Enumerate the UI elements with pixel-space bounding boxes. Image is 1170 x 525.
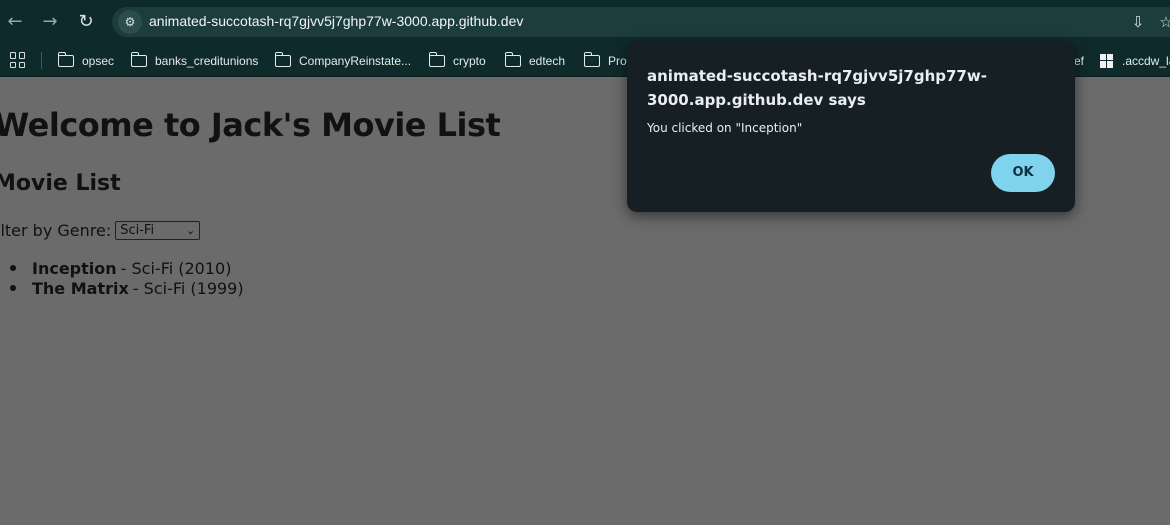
folder-icon	[274, 51, 291, 67]
chevron-down-icon: ⌄	[186, 224, 196, 237]
page-title: Welcome to Jack's Movie List	[0, 106, 501, 144]
bookmark-label: CompanyReinstate...	[299, 53, 412, 68]
bookmark-label: ef	[1074, 53, 1085, 68]
folder-icon	[57, 51, 74, 67]
genre-filter: ilter by Genre: Sci-Fi ⌄	[0, 221, 201, 240]
folder-icon	[583, 51, 600, 67]
folder-icon	[504, 51, 521, 67]
list-item[interactable]: The Matrix - Sci-Fi (1999)	[10, 278, 244, 298]
bookmark-label: .accdw_la	[1122, 53, 1170, 68]
genre-select[interactable]: Sci-Fi ⌄	[115, 221, 201, 240]
dialog-message: You clicked on "Inception"	[647, 121, 803, 135]
movie-detail: - Sci-Fi (2010)	[120, 258, 232, 278]
bookmark-star-icon[interactable]: ☆	[1155, 11, 1170, 33]
movie-list: Inception - Sci-Fi (2010) The Matrix - S…	[10, 258, 244, 298]
bookmark-label: banks_creditunions	[155, 53, 259, 68]
bookmark-label: crypto	[453, 53, 486, 68]
movie-detail: - Sci-Fi (1999)	[132, 278, 244, 298]
movie-title: Inception	[32, 258, 117, 278]
bookmark-folder-pro[interactable]: Pro	[583, 44, 627, 77]
address-bar[interactable]: ⚙ animated-succotash-rq7gjvv5j7ghp77w-30…	[112, 7, 1170, 37]
bullet-icon	[10, 285, 16, 291]
forward-icon[interactable]: →	[38, 10, 62, 34]
bookmark-label: Pro	[608, 53, 627, 68]
dialog-title: animated-succotash-rq7gjvv5j7ghp77w-3000…	[647, 67, 987, 109]
bookmark-folder-edtech[interactable]: edtech	[504, 44, 566, 77]
bookmark-accdw[interactable]: .accdw_la	[1100, 44, 1170, 77]
list-item[interactable]: Inception - Sci-Fi (2010)	[10, 258, 244, 278]
back-icon[interactable]: ←	[3, 10, 27, 34]
browser-toolbar: ← → ↻ ⚙ animated-succotash-rq7gjvv5j7ghp…	[0, 0, 1170, 44]
bookmark-partial[interactable]: ef	[1074, 44, 1084, 77]
folder-icon	[428, 51, 445, 67]
bookmarks-divider	[41, 52, 42, 69]
bookmark-folder-crypto[interactable]: crypto	[428, 44, 486, 77]
apps-grid-icon[interactable]	[10, 52, 26, 68]
install-app-icon[interactable]: ⇩	[1127, 11, 1149, 33]
bookmark-folder-opsec[interactable]: opsec	[57, 44, 115, 77]
ok-button[interactable]: OK	[991, 154, 1055, 192]
bookmark-label: edtech	[529, 53, 566, 68]
windows-icon	[1100, 53, 1114, 68]
site-info-icon[interactable]: ⚙	[118, 10, 142, 34]
section-heading: Movie List	[0, 171, 121, 196]
reload-icon[interactable]: ↻	[74, 10, 98, 34]
alert-dialog: animated-succotash-rq7gjvv5j7ghp77w-3000…	[627, 42, 1075, 212]
bookmark-folder-company[interactable]: CompanyReinstate...	[274, 44, 412, 77]
genre-select-value: Sci-Fi	[120, 223, 155, 238]
bookmark-folder-banks[interactable]: banks_creditunions	[130, 44, 259, 77]
filter-label: ilter by Genre:	[0, 221, 112, 240]
folder-icon	[130, 51, 147, 67]
bookmark-label: opsec	[82, 53, 115, 68]
url-text[interactable]: animated-succotash-rq7gjvv5j7ghp77w-3000…	[149, 13, 523, 29]
bullet-icon	[10, 265, 16, 271]
movie-title: The Matrix	[32, 278, 129, 298]
